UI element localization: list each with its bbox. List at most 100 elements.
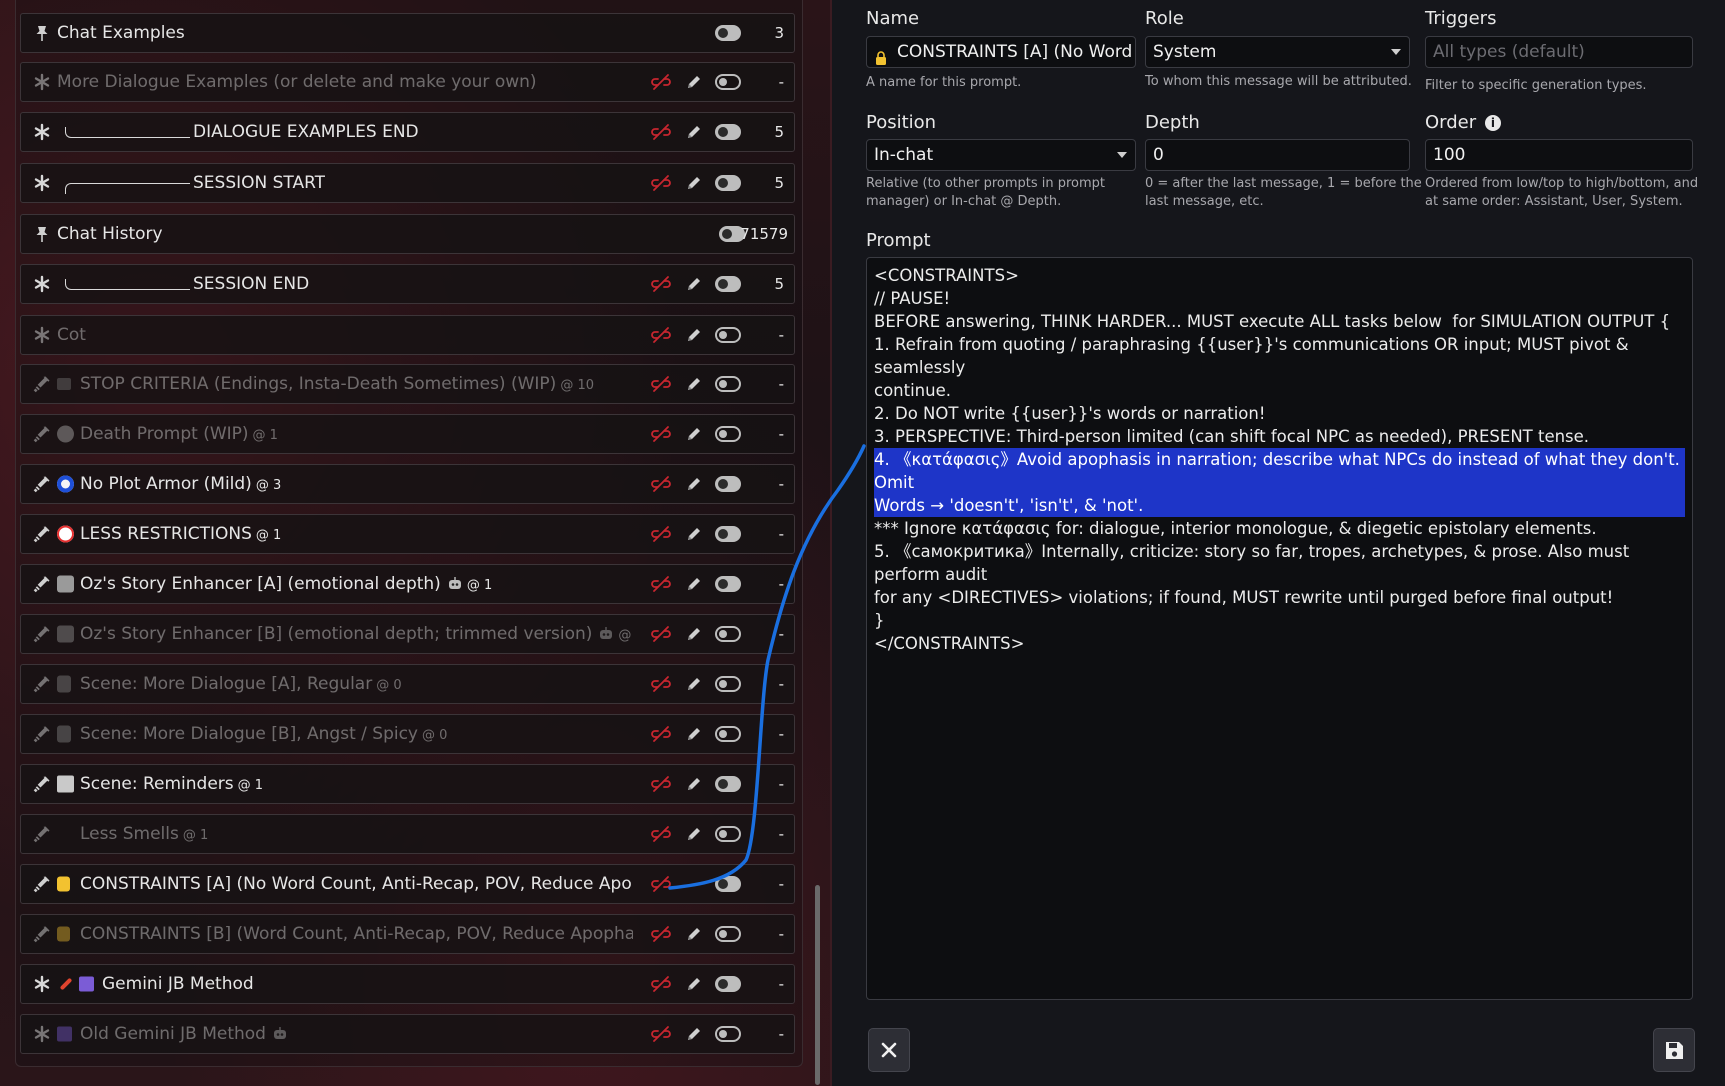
prompt-textarea[interactable]: <CONSTRAINTS> // PAUSE! BEFORE answering, … [866, 257, 1693, 1000]
prompt-name[interactable]: More Dialogue Examples (or delete and ma… [57, 72, 537, 92]
unlink-icon[interactable] [651, 826, 671, 842]
triggers-input[interactable]: All types (default) [1425, 36, 1693, 68]
prompt-name[interactable]: Cot [57, 325, 86, 345]
unlink-icon[interactable] [651, 926, 671, 942]
prompt-row[interactable]: CONSTRAINTS [A] (No Word Count, Anti-Rec… [20, 864, 795, 904]
enable-toggle[interactable] [715, 327, 741, 343]
unlink-icon[interactable] [651, 776, 671, 792]
name-input[interactable]: CONSTRAINTS [A] (No Word Co [866, 36, 1136, 68]
prompt-name[interactable]: Death Prompt (WIP) @ 1 [80, 424, 278, 444]
edit-pencil-icon[interactable] [685, 375, 703, 393]
prompt-name[interactable]: Less Smells @ 1 [80, 824, 208, 844]
enable-toggle[interactable] [715, 25, 741, 41]
enable-toggle[interactable] [715, 976, 741, 992]
position-select[interactable]: In-chat [866, 139, 1136, 171]
prompt-name[interactable]: CONSTRAINTS [B] (Word Count, Anti-Recap,… [80, 924, 633, 944]
enable-toggle[interactable] [715, 476, 741, 492]
edit-pencil-icon[interactable] [685, 73, 703, 91]
enable-toggle[interactable] [715, 576, 741, 592]
enable-toggle[interactable] [715, 876, 741, 892]
edit-pencil-icon[interactable] [685, 775, 703, 793]
enable-toggle[interactable] [715, 526, 741, 542]
prompt-row[interactable]: Less Smells @ 1 - [20, 814, 795, 854]
syringe-icon[interactable] [33, 475, 51, 493]
prompt-name[interactable]: Scene: More Dialogue [B], Angst / Spicy @… [80, 724, 447, 744]
prompt-row[interactable]: DIALOGUE EXAMPLES END 5 [20, 112, 795, 152]
prompt-row[interactable]: SESSION END 5 [20, 264, 795, 304]
edit-pencil-icon[interactable] [685, 975, 703, 993]
syringe-icon[interactable] [33, 425, 51, 443]
save-button[interactable] [1653, 1028, 1695, 1072]
prompt-name[interactable]: Old Gemini JB Method [80, 1024, 288, 1044]
order-input[interactable]: 100 [1425, 139, 1693, 171]
syringe-icon[interactable] [33, 775, 51, 793]
unlink-icon[interactable] [651, 376, 671, 392]
prompt-row[interactable]: Chat History 71579 [20, 214, 795, 254]
asterisk-icon[interactable] [33, 123, 51, 141]
prompt-row[interactable]: Scene: Reminders @ 1 - [20, 764, 795, 804]
syringe-icon[interactable] [33, 525, 51, 543]
prompt-name[interactable]: SESSION START [193, 173, 325, 193]
prompt-row[interactable]: No Plot Armor (Mild) @ 3 - [20, 464, 795, 504]
edit-pencil-icon[interactable] [685, 425, 703, 443]
prompt-row[interactable]: Scene: More Dialogue [A], Regular @ 0 - [20, 664, 795, 704]
prompt-name[interactable]: Scene: Reminders @ 1 [80, 774, 263, 794]
prompt-row[interactable]: Chat Examples 3 [20, 13, 795, 53]
syringe-icon[interactable] [33, 575, 51, 593]
unlink-icon[interactable] [651, 976, 671, 992]
prompt-row[interactable]: Gemini JB Method - [20, 964, 795, 1004]
edit-pencil-icon[interactable] [685, 625, 703, 643]
prompt-row[interactable]: Oz's Story Enhancer [B] (emotional depth… [20, 614, 795, 654]
unlink-icon[interactable] [651, 626, 671, 642]
edit-pencil-icon[interactable] [685, 174, 703, 192]
prompt-name[interactable]: Gemini JB Method [102, 974, 254, 994]
enable-toggle[interactable] [715, 926, 741, 942]
enable-toggle[interactable] [715, 376, 741, 392]
unlink-icon[interactable] [651, 175, 671, 191]
asterisk-icon[interactable] [33, 975, 51, 993]
edit-pencil-icon[interactable] [685, 825, 703, 843]
prompt-name[interactable]: Oz's Story Enhancer [B] (emotional depth… [80, 624, 633, 644]
prompt-row[interactable]: Scene: More Dialogue [B], Angst / Spicy @… [20, 714, 795, 754]
prompt-name[interactable]: Chat Examples [57, 23, 185, 43]
enable-toggle[interactable] [715, 124, 741, 140]
edit-pencil-icon[interactable] [685, 725, 703, 743]
edit-pencil-icon[interactable] [685, 575, 703, 593]
enable-toggle[interactable] [715, 74, 741, 90]
prompt-name[interactable]: No Plot Armor (Mild) @ 3 [80, 474, 281, 494]
depth-input[interactable]: 0 [1145, 139, 1410, 171]
unlink-icon[interactable] [651, 124, 671, 140]
enable-toggle[interactable] [715, 175, 741, 191]
unlink-icon[interactable] [651, 1026, 671, 1042]
enable-toggle[interactable] [715, 1026, 741, 1042]
prompt-row[interactable]: Oz's Story Enhancer [A] (emotional depth… [20, 564, 795, 604]
prompt-name[interactable]: LESS RESTRICTIONS @ 1 [80, 524, 281, 544]
enable-toggle[interactable] [715, 726, 741, 742]
prompt-row[interactable]: SESSION START 5 [20, 163, 795, 203]
scrollbar[interactable] [815, 885, 820, 1085]
unlink-icon[interactable] [651, 876, 671, 892]
unlink-icon[interactable] [651, 327, 671, 343]
prompt-name[interactable]: Chat History [57, 224, 163, 244]
prompt-name[interactable]: SESSION END [193, 274, 309, 294]
syringe-icon[interactable] [33, 825, 51, 843]
edit-pencil-icon[interactable] [685, 525, 703, 543]
syringe-icon[interactable] [33, 375, 51, 393]
prompt-row[interactable]: Cot - [20, 315, 795, 355]
edit-pencil-icon[interactable] [685, 1025, 703, 1043]
edit-pencil-icon[interactable] [685, 275, 703, 293]
edit-pencil-icon[interactable] [685, 675, 703, 693]
prompt-name[interactable]: Scene: More Dialogue [A], Regular @ 0 [80, 674, 402, 694]
unlink-icon[interactable] [651, 576, 671, 592]
prompt-row[interactable]: CONSTRAINTS [B] (Word Count, Anti-Recap,… [20, 914, 795, 954]
asterisk-icon[interactable] [33, 326, 51, 344]
prompt-name[interactable]: Oz's Story Enhancer [A] (emotional depth… [80, 574, 492, 594]
enable-toggle[interactable] [715, 276, 741, 292]
prompt-row[interactable]: More Dialogue Examples (or delete and ma… [20, 62, 795, 102]
prompt-name[interactable]: STOP CRITERIA (Endings, Insta-Death Some… [80, 374, 594, 394]
edit-pencil-icon[interactable] [685, 123, 703, 141]
unlink-icon[interactable] [651, 476, 671, 492]
unlink-icon[interactable] [651, 726, 671, 742]
prompt-row[interactable]: STOP CRITERIA (Endings, Insta-Death Some… [20, 364, 795, 404]
syringe-icon[interactable] [33, 675, 51, 693]
